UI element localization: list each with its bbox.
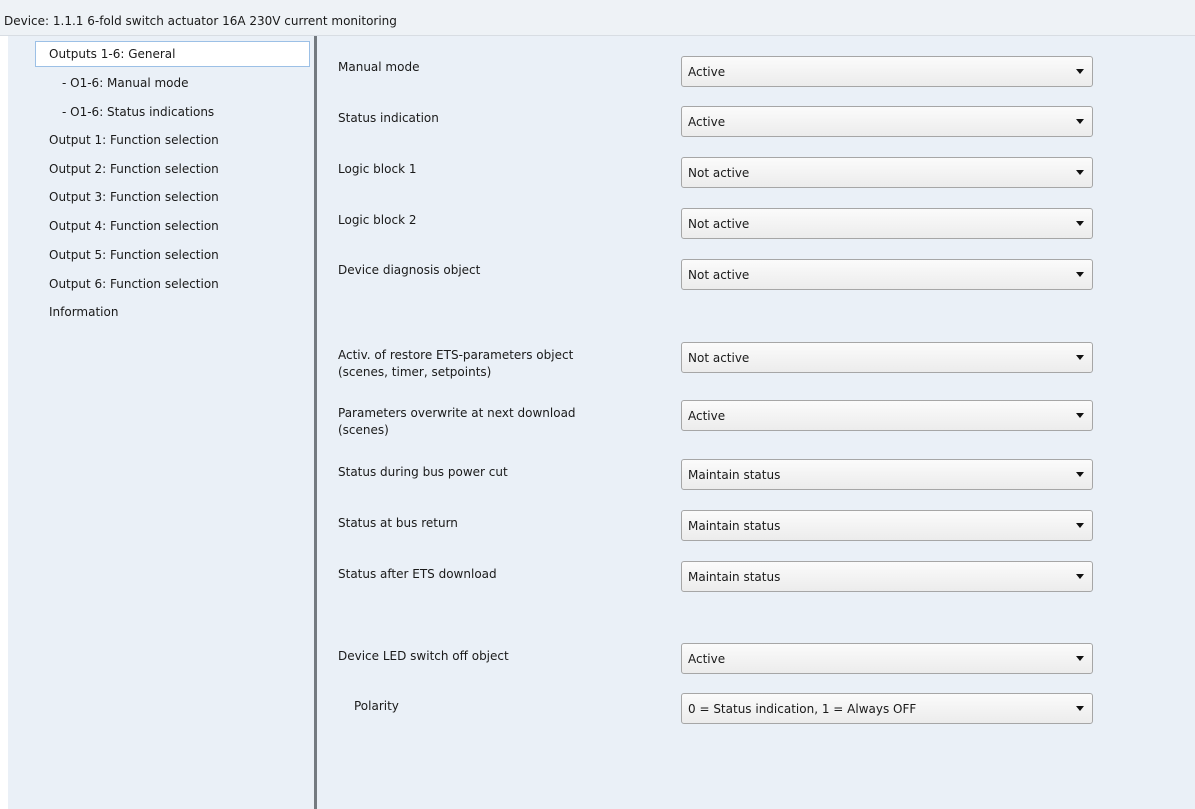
- device-led-switch-off-select[interactable]: Active: [681, 643, 1093, 674]
- select-value: Active: [688, 115, 726, 129]
- chevron-down-icon: [1073, 158, 1087, 187]
- select-value: 0 = Status indication, 1 = Always OFF: [688, 702, 917, 716]
- select-value: Not active: [688, 268, 750, 282]
- param-label-restore-ets-parameters: Activ. of restore ETS-parameters object …: [338, 347, 573, 381]
- chevron-down-icon: [1073, 511, 1087, 540]
- chevron-down-icon: [1073, 401, 1087, 430]
- chevron-down-icon: [1073, 260, 1087, 289]
- param-label-logic-block-1: Logic block 1: [338, 162, 417, 176]
- chevron-down-icon: [1073, 209, 1087, 238]
- restore-ets-parameters-select[interactable]: Not active: [681, 342, 1093, 373]
- chevron-down-icon: [1073, 562, 1087, 591]
- param-label-manual-mode: Manual mode: [338, 60, 420, 74]
- logic-block-2-select[interactable]: Not active: [681, 208, 1093, 239]
- param-label-line: (scenes, timer, setpoints): [338, 365, 492, 379]
- sidebar-item-output-3[interactable]: Output 3: Function selection: [49, 184, 219, 210]
- sidebar-item-label: Information: [49, 305, 119, 319]
- param-label-polarity: Polarity: [354, 699, 399, 713]
- chevron-down-icon: [1073, 57, 1087, 86]
- param-label-logic-block-2: Logic block 2: [338, 213, 417, 227]
- param-label-device-diagnosis: Device diagnosis object: [338, 263, 481, 277]
- status-indication-select[interactable]: Active: [681, 106, 1093, 137]
- sidebar-item-manual-mode[interactable]: - O1-6: Manual mode: [62, 70, 189, 96]
- sidebar-item-label: - O1-6: Manual mode: [62, 76, 189, 90]
- sidebar-item-label: Output 5: Function selection: [49, 248, 219, 262]
- device-diagnosis-select[interactable]: Not active: [681, 259, 1093, 290]
- status-bus-return-select[interactable]: Maintain status: [681, 510, 1093, 541]
- sidebar-item-output-6[interactable]: Output 6: Function selection: [49, 271, 219, 297]
- chevron-down-icon: [1073, 343, 1087, 372]
- device-title: Device: 1.1.1 6-fold switch actuator 16A…: [4, 14, 397, 28]
- param-label-status-ets-download: Status after ETS download: [338, 567, 497, 581]
- select-value: Active: [688, 65, 726, 79]
- chevron-down-icon: [1073, 694, 1087, 723]
- select-value: Not active: [688, 217, 750, 231]
- parameters-overwrite-select[interactable]: Active: [681, 400, 1093, 431]
- param-label-status-indication: Status indication: [338, 111, 439, 125]
- sidebar-item-output-4[interactable]: Output 4: Function selection: [49, 213, 219, 239]
- status-ets-download-select[interactable]: Maintain status: [681, 561, 1093, 592]
- param-label-parameters-overwrite: Parameters overwrite at next download (s…: [338, 405, 576, 439]
- sidebar-item-information[interactable]: Information: [49, 299, 118, 325]
- select-value: Maintain status: [688, 519, 781, 533]
- select-value: Not active: [688, 166, 750, 180]
- sidebar-item-label: - O1-6: Status indications: [62, 105, 215, 119]
- sidebar-item-output-5[interactable]: Output 5: Function selection: [49, 242, 219, 268]
- chevron-down-icon: [1073, 644, 1087, 673]
- param-label-device-led-switch-off: Device LED switch off object: [338, 649, 509, 663]
- sidebar-item-label: Output 2: Function selection: [49, 162, 219, 176]
- polarity-select[interactable]: 0 = Status indication, 1 = Always OFF: [681, 693, 1093, 724]
- sidebar-item-label: Outputs 1-6: General: [49, 47, 176, 61]
- sidebar-item-label: Output 3: Function selection: [49, 190, 219, 204]
- sidebar-item-status-indications[interactable]: - O1-6: Status indications: [62, 99, 214, 125]
- param-label-line: (scenes): [338, 423, 389, 437]
- select-value: Maintain status: [688, 570, 781, 584]
- select-value: Maintain status: [688, 468, 781, 482]
- sidebar-item-output-1[interactable]: Output 1: Function selection: [49, 127, 219, 153]
- param-label-status-power-cut: Status during bus power cut: [338, 465, 508, 479]
- chevron-down-icon: [1073, 107, 1087, 136]
- select-value: Active: [688, 409, 726, 423]
- device-title-bar: Device: 1.1.1 6-fold switch actuator 16A…: [0, 0, 1195, 36]
- manual-mode-select[interactable]: Active: [681, 56, 1093, 87]
- select-value: Active: [688, 652, 726, 666]
- select-value: Not active: [688, 351, 750, 365]
- logic-block-1-select[interactable]: Not active: [681, 157, 1093, 188]
- status-power-cut-select[interactable]: Maintain status: [681, 459, 1093, 490]
- param-label-status-bus-return: Status at bus return: [338, 516, 458, 530]
- sidebar-item-label: Output 1: Function selection: [49, 133, 219, 147]
- param-label-line: Activ. of restore ETS-parameters object: [338, 348, 574, 362]
- param-label-line: Parameters overwrite at next download: [338, 406, 576, 420]
- sidebar-item-output-2[interactable]: Output 2: Function selection: [49, 156, 219, 182]
- sidebar-item-outputs-general[interactable]: Outputs 1-6: General: [35, 41, 310, 67]
- chevron-down-icon: [1073, 460, 1087, 489]
- sidebar-item-label: Output 4: Function selection: [49, 219, 219, 233]
- sidebar-item-label: Output 6: Function selection: [49, 277, 219, 291]
